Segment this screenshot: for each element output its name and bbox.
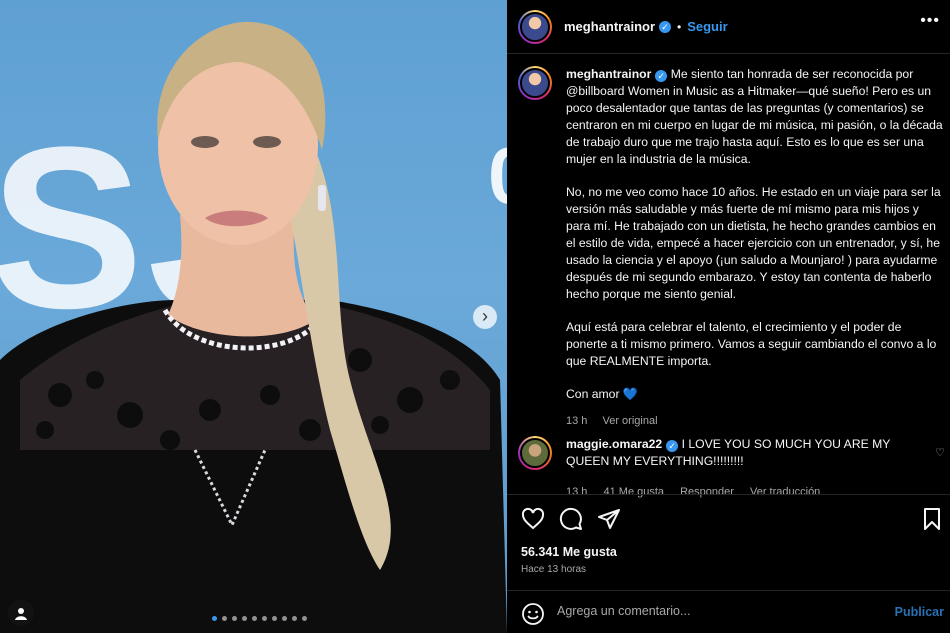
blue-heart-emoji: 💙 [622, 387, 639, 401]
save-bookmark-icon[interactable] [920, 507, 944, 531]
carousel-dot [272, 616, 277, 621]
carousel-dot [282, 616, 287, 621]
see-original-button[interactable]: Ver original [602, 415, 657, 427]
post-photo[interactable]: SJ 0 › [0, 0, 507, 633]
carousel-dot [242, 616, 247, 621]
carousel-dot [222, 616, 227, 621]
carousel-dots [212, 616, 307, 621]
comment-like-heart-icon[interactable]: ♡ [935, 446, 945, 459]
commenter-username[interactable]: maggie.omara22 [566, 437, 662, 451]
tagged-people-button[interactable] [8, 600, 34, 626]
carousel-dot [262, 616, 267, 621]
follow-button[interactable]: Seguir [687, 19, 727, 34]
carousel-next-button[interactable]: › [473, 305, 497, 329]
author-avatar[interactable] [518, 9, 552, 44]
post-caption: meghantrainor ✓ Me siento tan honrada de … [518, 66, 943, 430]
caption-paragraph-2: No, no me veo como hace 10 años. He esta… [566, 185, 941, 301]
share-send-icon[interactable] [597, 507, 621, 531]
post-header: meghantrainor ✓ • Seguir ••• [507, 0, 950, 54]
caption-meta: 13 h Ver original [566, 413, 943, 430]
carousel-dot [232, 616, 237, 621]
caption-time[interactable]: 13 h [566, 415, 587, 427]
more-options-icon[interactable]: ••• [920, 12, 940, 30]
verified-badge-icon: ✓ [659, 20, 672, 33]
emoji-icon[interactable] [521, 602, 545, 626]
header-separator: • [677, 19, 682, 34]
verified-badge-icon: ✓ [655, 70, 668, 82]
carousel-dot [302, 616, 307, 621]
comment-item: maggie.omara22 ✓ I LOVE YOU SO MUCH YOU A… [518, 436, 948, 501]
carousel-dot [212, 616, 217, 621]
verified-badge-icon: ✓ [666, 440, 679, 452]
caption-paragraph-4: Con amor 💙 [566, 386, 943, 403]
likes-count[interactable]: 56.341 Me gusta [521, 545, 617, 559]
caption-text-1: Me siento tan honrada de ser reconocida … [566, 67, 943, 166]
commenter-avatar[interactable] [518, 436, 552, 470]
author-username[interactable]: meghantrainor [564, 19, 655, 34]
person-icon [15, 608, 27, 620]
actions-bar: 56.341 Me gusta Hace 13 horas [507, 494, 950, 590]
caption-username[interactable]: meghantrainor [566, 67, 651, 81]
carousel-dot [252, 616, 257, 621]
portrait-figure [0, 21, 507, 633]
caption-avatar[interactable] [518, 66, 552, 100]
post-time-ago[interactable]: Hace 13 horas [521, 564, 586, 575]
caption-paragraph-1: meghantrainor ✓ Me siento tan honrada de … [566, 66, 943, 168]
caption-paragraph-3: Aquí está para celebrar el talento, el c… [566, 320, 937, 368]
like-heart-icon[interactable] [521, 507, 545, 531]
comment-line: maggie.omara22 ✓ I LOVE YOU SO MUCH YOU A… [566, 436, 926, 470]
comment-bubble-icon[interactable] [559, 507, 583, 531]
comment-composer: Publicar [507, 590, 950, 633]
caption-signoff: Con amor [566, 387, 620, 401]
publish-button[interactable]: Publicar [895, 605, 944, 619]
comment-input[interactable] [557, 604, 877, 618]
post-side-panel: meghantrainor ✓ • Seguir ••• meghantrain… [507, 0, 950, 633]
carousel-dot [292, 616, 297, 621]
